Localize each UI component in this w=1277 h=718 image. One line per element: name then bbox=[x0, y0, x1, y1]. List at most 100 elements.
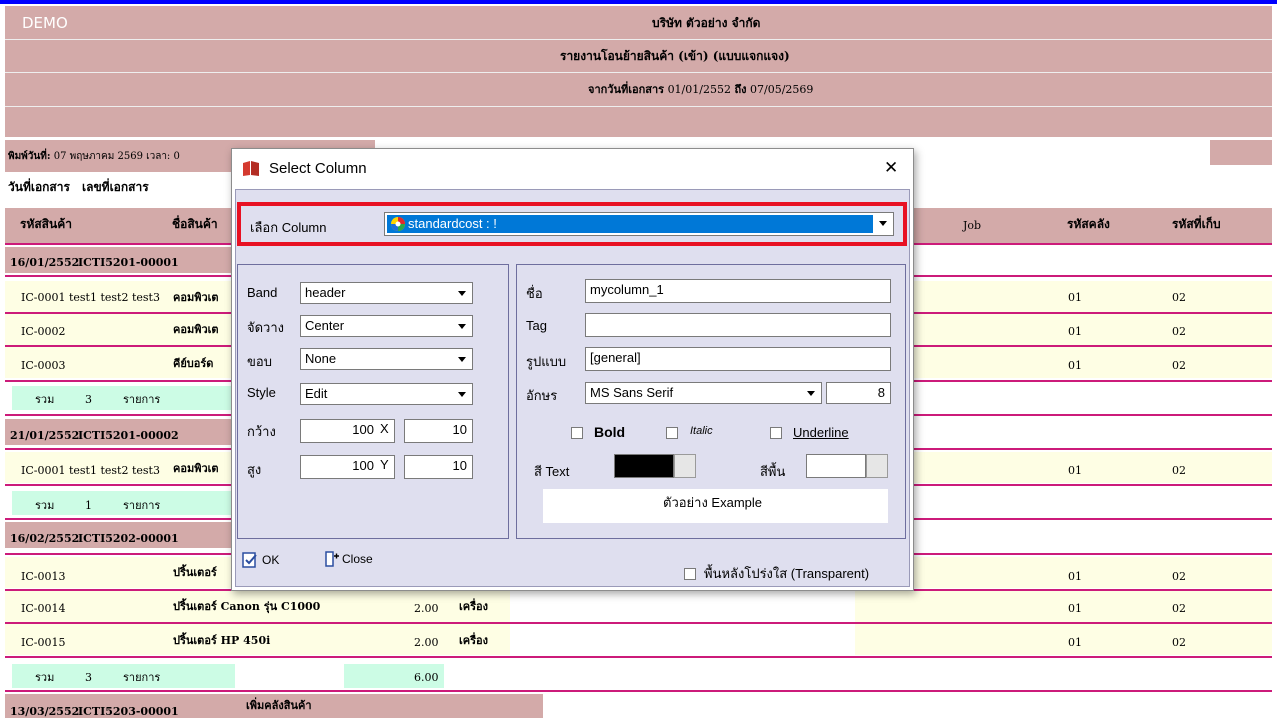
page-band bbox=[1210, 140, 1272, 165]
close-icon[interactable]: ✕ bbox=[884, 158, 898, 178]
chevron-down-icon[interactable] bbox=[454, 350, 471, 368]
total-label: รวม bbox=[35, 393, 55, 406]
group-doc: ICTI5203-00001 bbox=[78, 705, 179, 718]
item-qty: 2.00 bbox=[414, 636, 439, 649]
format-label: รูปแบบ bbox=[526, 354, 567, 369]
header-divider bbox=[5, 72, 1272, 73]
close-button[interactable]: Close bbox=[324, 551, 399, 571]
underline-checkbox[interactable] bbox=[770, 427, 782, 439]
band-select[interactable]: header bbox=[300, 282, 473, 304]
report-title: รายงานโอนย้ายสินค้า (เข้า) (แบบแจกแจง) bbox=[560, 49, 790, 63]
group-date: 16/02/2552 bbox=[10, 532, 80, 545]
chevron-down-icon[interactable] bbox=[875, 214, 892, 234]
total-qty: 6.00 bbox=[414, 671, 439, 684]
table-row-right bbox=[855, 591, 1272, 622]
font-select[interactable]: MS Sans Serif bbox=[585, 382, 822, 404]
close-label: Close bbox=[342, 552, 373, 566]
font-size-input[interactable]: 8 bbox=[826, 382, 891, 404]
item-location: 02 bbox=[1172, 570, 1186, 583]
ok-label: OK bbox=[262, 553, 280, 567]
exit-door-icon bbox=[325, 551, 339, 567]
date-to: 07/05/2569 bbox=[750, 83, 814, 96]
header-divider bbox=[5, 39, 1272, 40]
item-warehouse: 01 bbox=[1068, 464, 1082, 477]
total-count: 3 bbox=[85, 393, 92, 406]
group-doc: ICTI5202-00001 bbox=[78, 532, 179, 545]
date-to-word: ถึง bbox=[734, 83, 747, 96]
date-from: 01/01/2552 bbox=[667, 83, 731, 96]
date-range: จากวันที่เอกสาร 01/01/2552 ถึง 07/05/256… bbox=[588, 84, 813, 95]
transparent-checkbox[interactable] bbox=[684, 568, 696, 580]
chevron-down-icon[interactable] bbox=[454, 317, 471, 335]
bg-color-button[interactable] bbox=[866, 454, 888, 478]
col-product-name: ชื่อสินค้า bbox=[172, 217, 218, 231]
total-label: รวม bbox=[35, 671, 55, 684]
top-border bbox=[0, 0, 1277, 4]
height-label: สูง bbox=[247, 462, 262, 477]
band-value: header bbox=[305, 285, 346, 300]
group-doc: ICTI5201-00001 bbox=[78, 256, 179, 269]
style-select[interactable]: Edit bbox=[300, 383, 473, 405]
text-color-label: สี Text bbox=[534, 464, 570, 479]
chevron-down-icon[interactable] bbox=[454, 385, 471, 403]
item-qty: 2.00 bbox=[414, 602, 439, 615]
item-unit: เครื่อง bbox=[459, 634, 489, 647]
item-location: 02 bbox=[1172, 291, 1186, 304]
item-location: 02 bbox=[1172, 359, 1186, 372]
row-line bbox=[5, 690, 1272, 692]
col-doc-date: วันที่เอกสาร bbox=[8, 180, 70, 194]
item-location: 02 bbox=[1172, 602, 1186, 615]
tag-input[interactable] bbox=[585, 313, 891, 337]
y-input[interactable]: 10 bbox=[404, 455, 473, 479]
bold-checkbox[interactable] bbox=[571, 427, 583, 439]
text-color-button[interactable] bbox=[674, 454, 696, 478]
chevron-down-icon[interactable] bbox=[803, 384, 820, 402]
width-label: กว้าง bbox=[247, 424, 276, 439]
ok-button[interactable]: OK bbox=[242, 552, 297, 572]
book-icon bbox=[243, 161, 259, 176]
item-unit: เครื่อง bbox=[459, 600, 489, 613]
align-value: Center bbox=[305, 318, 345, 333]
x-input[interactable]: 10 bbox=[404, 419, 473, 443]
item-warehouse: 01 bbox=[1068, 602, 1082, 615]
name-input[interactable]: mycolumn_1 bbox=[585, 279, 891, 303]
border-value: None bbox=[305, 351, 337, 366]
format-input[interactable]: [general] bbox=[585, 347, 891, 371]
group-date: 21/01/2552 bbox=[10, 429, 80, 442]
printed-time: 0 bbox=[173, 151, 180, 162]
item-name: คีย์บอร์ด bbox=[173, 357, 214, 370]
align-select[interactable]: Center bbox=[300, 315, 473, 337]
item-code: IC-0014 bbox=[21, 602, 66, 615]
title-bar[interactable]: Select Column ✕ bbox=[232, 149, 913, 189]
select-column-dropdown[interactable]: standardcost : ! bbox=[384, 212, 894, 236]
item-code: IC-0003 bbox=[21, 359, 66, 372]
item-code: IC-0002 bbox=[21, 325, 66, 338]
item-location: 02 bbox=[1172, 464, 1186, 477]
item-name: คอมพิวเต bbox=[173, 462, 219, 475]
style-label: Style bbox=[247, 385, 276, 400]
item-warehouse: 01 bbox=[1068, 325, 1082, 338]
col-job: Job bbox=[963, 219, 982, 232]
chevron-down-icon[interactable] bbox=[454, 284, 471, 302]
item-code: IC-0015 bbox=[21, 636, 66, 649]
col-product-code: รหัสสินค้า bbox=[20, 217, 72, 231]
printed-prefix: พิมพ์วันที่: bbox=[8, 151, 51, 162]
text-color-swatch[interactable] bbox=[614, 454, 674, 478]
item-warehouse: 01 bbox=[1068, 359, 1082, 372]
border-select[interactable]: None bbox=[300, 348, 473, 370]
italic-checkbox[interactable] bbox=[666, 427, 678, 439]
item-location: 02 bbox=[1172, 636, 1186, 649]
item-code: IC-0001 test1 test2 test3 bbox=[21, 291, 160, 304]
name-label: ชื่อ bbox=[526, 286, 543, 301]
group-date: 16/01/2552 bbox=[10, 256, 80, 269]
group-note: เพิ่มคลังสินค้า bbox=[246, 699, 312, 712]
transparent-label: พื้นหลังโปร่งใส (Transparent) bbox=[704, 566, 870, 581]
group-date: 13/03/2552 bbox=[10, 705, 80, 718]
item-warehouse: 01 bbox=[1068, 291, 1082, 304]
select-column-value: standardcost : ! bbox=[408, 216, 497, 231]
printed-time-prefix: เวลา: bbox=[146, 151, 171, 162]
bg-color-swatch[interactable] bbox=[806, 454, 866, 478]
company-name: บริษัท ตัวอย่าง จำกัด bbox=[652, 16, 761, 30]
align-label: จัดวาง bbox=[247, 320, 285, 335]
total-unit: รายการ bbox=[123, 393, 161, 406]
